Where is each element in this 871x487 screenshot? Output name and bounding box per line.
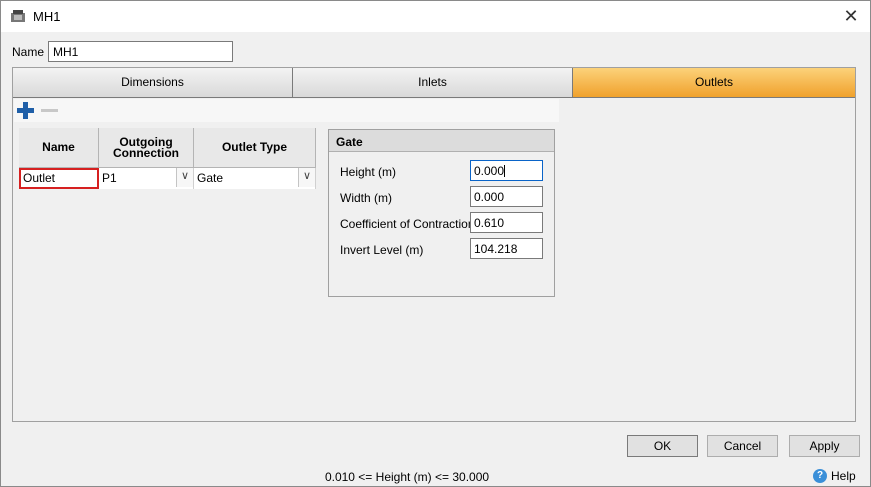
outlets-grid: Name Outgoing Connection Outlet Type Out… [19, 128, 316, 190]
outlet-name-cell[interactable]: Outlet [19, 168, 99, 189]
tab-control: Dimensions Inlets Outlets Name Outgoing … [12, 67, 856, 422]
ok-button[interactable]: OK [627, 435, 698, 457]
column-header-outgoing-connection[interactable]: Outgoing Connection [99, 128, 194, 168]
manhole-icon [11, 10, 25, 22]
gate-panel: Gate Height (m) 0.000 Width (m) 0.000 Co… [328, 129, 555, 297]
tab-dimensions[interactable]: Dimensions [13, 68, 293, 98]
invert-level-input[interactable]: 104.218 [470, 238, 543, 259]
invert-level-label: Invert Level (m) [340, 243, 424, 257]
tab-bar: Dimensions Inlets Outlets [13, 68, 855, 98]
column-header-outlet-type[interactable]: Outlet Type [194, 128, 316, 168]
minus-icon[interactable] [41, 109, 58, 112]
chevron-down-icon[interactable]: ∨ [176, 168, 193, 187]
name-input[interactable]: MH1 [48, 41, 233, 62]
dialog-window: MH1 ✕ Name MH1 Dimensions Inlets Outlets… [0, 0, 871, 487]
apply-button[interactable]: Apply [789, 435, 860, 457]
outlet-toolbar [14, 99, 559, 122]
coefficient-input[interactable]: 0.610 [470, 212, 543, 233]
plus-icon[interactable] [17, 102, 34, 119]
column-header-name[interactable]: Name [19, 128, 99, 168]
tab-outlets[interactable]: Outlets [573, 68, 855, 98]
help-link[interactable]: ? Help [813, 469, 856, 483]
outlet-type-value: Gate [197, 171, 224, 185]
height-input[interactable]: 0.000 [470, 160, 543, 181]
gate-panel-title: Gate [329, 130, 554, 152]
text-caret [504, 165, 506, 177]
help-icon[interactable]: ? [813, 469, 827, 483]
help-label[interactable]: Help [831, 469, 856, 483]
validation-status: 0.010 <= Height (m) <= 30.000 [324, 470, 490, 484]
name-label: Name [12, 45, 45, 59]
outgoing-connection-select[interactable]: P1 ∨ [99, 168, 194, 189]
outgoing-connection-value: P1 [102, 171, 117, 185]
cancel-button[interactable]: Cancel [707, 435, 778, 457]
width-input[interactable]: 0.000 [470, 186, 543, 207]
height-label: Height (m) [340, 165, 397, 179]
height-value: 0.000 [474, 164, 505, 178]
title-bar: MH1 ✕ [1, 1, 870, 32]
outlet-type-select[interactable]: Gate ∨ [194, 168, 316, 189]
chevron-down-icon[interactable]: ∨ [298, 168, 315, 187]
window-title: MH1 [33, 9, 61, 24]
coefficient-label: Coefficient of Contraction [340, 217, 475, 231]
tab-inlets[interactable]: Inlets [293, 68, 573, 98]
close-icon[interactable]: ✕ [840, 5, 862, 27]
width-label: Width (m) [340, 191, 392, 205]
